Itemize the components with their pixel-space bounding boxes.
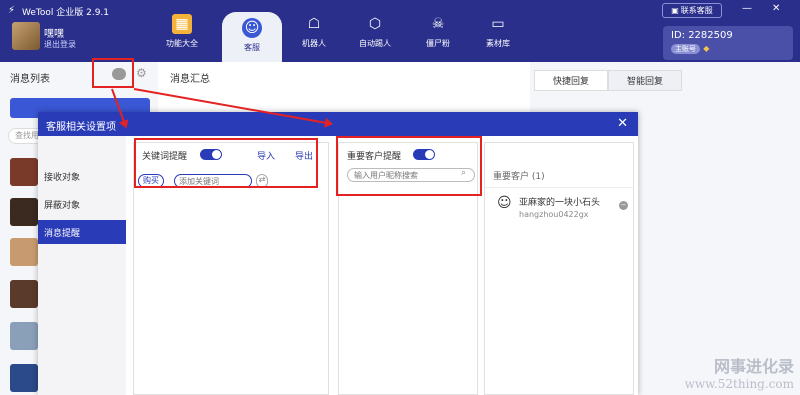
skull-icon: ☠ — [431, 16, 445, 32]
app-title: WeTool 企业版 2.9.1 — [22, 8, 110, 18]
kick-icon: ⬡ — [368, 16, 382, 32]
folder-icon: ▭ — [491, 16, 505, 32]
account-version-badge: 主账号 — [671, 44, 700, 54]
important-customer-count: 重要客户 (1) — [493, 172, 545, 182]
top-bar: ⚡ WeTool 企业版 2.9.1 嘿嘿 退出登录 ▦ 功能大全 ☺ 客服 ☖… — [0, 0, 800, 62]
contact-avatar[interactable] — [10, 322, 38, 350]
account-box: ID: 2282509 主账号 ◆ — [663, 26, 793, 60]
contact-support-button[interactable]: ▣ 联系客服 — [662, 3, 722, 18]
user-name: 嘿嘿 — [44, 29, 64, 40]
avatar[interactable] — [12, 22, 40, 50]
wetool-logo-icon: ⚡ — [8, 5, 16, 16]
highlight-box — [92, 58, 134, 88]
nav-zombie[interactable]: ☠ 僵尸粉 — [408, 14, 468, 49]
dialog-sidebar: 接收对象 屏蔽对象 消息提醒 — [38, 136, 126, 395]
monitor-icon: ▣ — [671, 6, 679, 15]
sidebar-item-block[interactable]: 屏蔽对象 — [38, 192, 126, 216]
minimize-icon[interactable]: — — [742, 3, 752, 14]
contact-avatar[interactable] — [10, 364, 38, 392]
contact-avatar[interactable] — [10, 280, 38, 308]
account-id: ID: 2282509 — [671, 30, 733, 41]
diamond-icon: ◆ — [703, 44, 710, 53]
gear-icon[interactable]: ⚙ — [136, 66, 147, 80]
customer-name: 亚麻家的一块小石头 — [519, 198, 601, 208]
contact-avatar[interactable] — [10, 198, 38, 226]
divider — [485, 187, 633, 188]
nav-material[interactable]: ▭ 素材库 — [468, 14, 528, 49]
close-icon[interactable]: ✕ — [617, 116, 628, 131]
remove-icon[interactable]: − — [619, 201, 628, 210]
nav-robot[interactable]: ☖ 机器人 — [284, 14, 344, 49]
logout-link[interactable]: 退出登录 — [44, 39, 76, 50]
contact-avatar[interactable] — [10, 158, 38, 186]
sidebar-item-receive[interactable]: 接收对象 — [38, 164, 126, 188]
customer-avatar-icon: ☺ — [497, 195, 512, 211]
highlight-box — [134, 138, 318, 188]
robot-icon: ☖ — [307, 16, 321, 32]
message-list-title: 消息列表 — [10, 74, 50, 85]
message-summary-title: 消息汇总 — [170, 74, 210, 85]
watermark: 网事进化录 www.52thing.com — [684, 357, 794, 391]
nav-service[interactable]: ☺ 客服 — [222, 12, 282, 62]
dialog-title: 客服相关设置项 — [46, 122, 116, 133]
nav-features[interactable]: ▦ 功能大全 — [152, 14, 212, 49]
close-window-icon[interactable]: ✕ — [772, 3, 780, 14]
important-customer-list: 重要客户 (1) ☺ 亚麻家的一块小石头 hangzhou0422gx − — [484, 142, 634, 395]
grid-icon: ▦ — [172, 14, 192, 34]
headset-icon: ☺ — [242, 18, 262, 38]
contact-avatar[interactable] — [10, 238, 38, 266]
tab-quick-reply[interactable]: 快捷回复 — [534, 70, 609, 91]
highlight-box — [336, 136, 482, 196]
sidebar-item-message-alert[interactable]: 消息提醒 — [38, 220, 126, 244]
customer-id: hangzhou0422gx — [519, 210, 589, 219]
nav-kick[interactable]: ⬡ 自动踢人 — [345, 14, 405, 49]
tab-smart-reply[interactable]: 智能回复 — [608, 70, 683, 91]
